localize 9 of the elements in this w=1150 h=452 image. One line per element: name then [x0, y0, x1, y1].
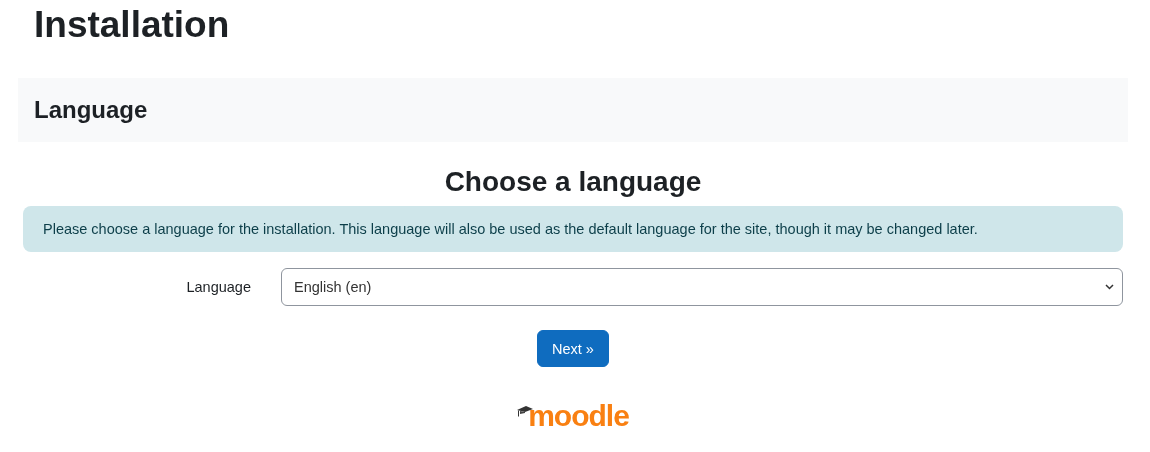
heading: Choose a language	[443, 166, 703, 198]
moodle-logo: moodle	[528, 401, 629, 431]
field-label: Language	[185, 279, 252, 295]
next-button[interactable]: Next »	[537, 330, 609, 367]
section-title: Language	[34, 96, 148, 124]
page-title: Installation	[33, 3, 231, 47]
notice-text: Please choose a language for the installation. This language will also be used as the default language for the site, though it may be changed later.	[43, 221, 978, 237]
language-select[interactable]: English (en)	[281, 268, 1123, 306]
chevron-down-icon	[1105, 284, 1114, 290]
